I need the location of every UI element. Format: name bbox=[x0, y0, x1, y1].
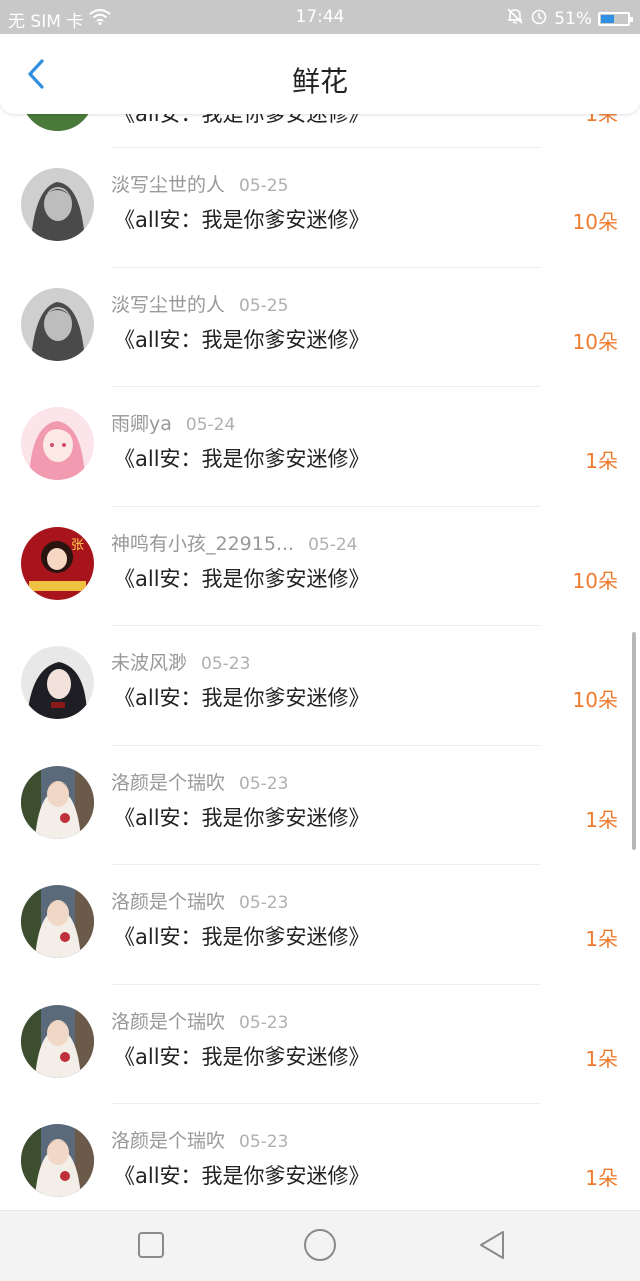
list-item[interactable]: 淡写尘世的人 05-25 《all安：我是你爹安迷修》 10朵 bbox=[0, 268, 640, 387]
flower-count: 10朵 bbox=[572, 329, 618, 354]
gift-date: 05-23 bbox=[239, 893, 289, 913]
flower-count: 1朵 bbox=[585, 449, 618, 473]
user-name-text: 淡写尘世的人 bbox=[111, 174, 226, 196]
user-name-text: 雨卿ya bbox=[111, 413, 172, 435]
gift-date: 05-23 bbox=[201, 654, 251, 674]
gift-date: 05-23 bbox=[239, 1132, 289, 1152]
battery-fill bbox=[601, 14, 614, 23]
gift-date: 05-23 bbox=[239, 773, 289, 794]
alarm-icon bbox=[530, 7, 548, 30]
avatar[interactable] bbox=[21, 1004, 94, 1078]
flower-count: 1朵 bbox=[585, 1166, 618, 1190]
user-name-text: 洛颜是个瑞吹 bbox=[111, 891, 226, 913]
flower-count: 1朵 bbox=[585, 807, 618, 832]
list-item[interactable]: 洛颜是个瑞吹 05-23 《all安：我是你爹安迷修》 1朵 bbox=[0, 1104, 640, 1210]
book-title: 《all安：我是你爹安迷修》 bbox=[114, 447, 370, 471]
flower-count: 1朵 bbox=[585, 927, 618, 951]
user-name[interactable]: 淡写尘世的人 05-25 bbox=[111, 290, 288, 317]
avatar[interactable] bbox=[21, 646, 94, 719]
user-name-text: 洛颜是个瑞吹 bbox=[111, 771, 226, 794]
status-bar-right: 51% bbox=[506, 7, 633, 30]
list-item[interactable]: 淡写尘世的人 05-25 《all安：我是你爹安迷修》 10朵 bbox=[0, 148, 640, 268]
svg-text:张: 张 bbox=[71, 538, 84, 553]
flower-count: 10朵 bbox=[572, 688, 618, 712]
recent-apps-icon bbox=[138, 1232, 164, 1258]
mute-bell-icon bbox=[506, 7, 524, 30]
battery-icon bbox=[598, 11, 633, 26]
avatar[interactable] bbox=[21, 765, 94, 839]
flower-count: 10朵 bbox=[572, 210, 618, 234]
avatar[interactable] bbox=[21, 168, 94, 241]
status-bar: 无 SIM 卡 17:44 51% bbox=[0, 0, 640, 34]
avatar[interactable] bbox=[21, 407, 94, 480]
gift-date: 05-24 bbox=[185, 415, 236, 435]
user-name[interactable]: 雨卿ya 05-24 bbox=[111, 409, 235, 436]
list-item[interactable]: 雨卿ya 05-24 《all安：我是你爹安迷修》 1朵 bbox=[0, 387, 640, 507]
system-navbar bbox=[0, 1210, 640, 1281]
app-header: 鲜花 bbox=[0, 34, 640, 114]
book-title: 《all安：我是你爹安迷修》 bbox=[114, 925, 370, 949]
page-title: 鲜花 bbox=[291, 65, 348, 98]
book-title: 《all安：我是你爹安迷修》 bbox=[114, 805, 370, 830]
user-name[interactable]: 神鸣有小孩_22915... 05-24 bbox=[111, 529, 357, 556]
scrollbar[interactable] bbox=[632, 632, 636, 850]
gift-date: 05-25 bbox=[239, 176, 289, 196]
battery-percent: 51% bbox=[554, 8, 592, 29]
book-title: 《all安：我是你爹安迷修》 bbox=[114, 208, 370, 232]
user-name[interactable]: 洛颜是个瑞吹 05-23 bbox=[111, 1007, 288, 1034]
user-name[interactable]: 洛颜是个瑞吹 05-23 bbox=[111, 1126, 288, 1153]
flower-list[interactable]: 《all安：我是你爹安迷修》 1朵 淡写尘世的人 05-25 《all安：我是你爹安… bbox=[0, 34, 640, 1210]
user-name[interactable]: 洛颜是个瑞吹 05-23 bbox=[111, 887, 288, 914]
user-name-text: 洛颜是个瑞吹 bbox=[111, 1010, 226, 1033]
gift-date: 05-24 bbox=[308, 534, 358, 555]
user-name[interactable]: 淡写尘世的人 05-25 bbox=[111, 170, 288, 197]
list-item[interactable]: 未波风渺 05-23 《all安：我是你爹安迷修》 10朵 bbox=[0, 626, 640, 746]
book-title: 《all安：我是你爹安迷修》 bbox=[114, 566, 370, 591]
list-item[interactable]: 洛颜是个瑞吹 05-23 《all安：我是你爹安迷修》 1朵 bbox=[0, 746, 640, 865]
avatar[interactable] bbox=[21, 885, 94, 958]
book-title: 《all安：我是你爹安迷修》 bbox=[114, 327, 370, 352]
user-name[interactable]: 洛颜是个瑞吹 05-23 bbox=[111, 768, 288, 795]
home-button[interactable] bbox=[300, 1225, 340, 1265]
home-icon bbox=[304, 1229, 336, 1261]
user-name-text: 神鸣有小孩_22915... bbox=[111, 532, 295, 555]
list-item[interactable]: 洛颜是个瑞吹 05-23 《all安：我是你爹安迷修》 1朵 bbox=[0, 985, 640, 1104]
user-name[interactable]: 未波风渺 05-23 bbox=[111, 648, 250, 675]
back-triangle-icon bbox=[480, 1231, 504, 1259]
avatar[interactable]: 张 bbox=[21, 526, 94, 600]
book-title: 《all安：我是你爹安迷修》 bbox=[114, 1044, 370, 1069]
avatar[interactable] bbox=[21, 287, 94, 361]
nav-back-button[interactable] bbox=[472, 1225, 512, 1265]
list-item[interactable]: 洛颜是个瑞吹 05-23 《all安：我是你爹安迷修》 1朵 bbox=[0, 865, 640, 985]
book-title: 《all安：我是你爹安迷修》 bbox=[114, 686, 370, 710]
flower-list-inner: 《all安：我是你爹安迷修》 1朵 淡写尘世的人 05-25 《all安：我是你爹安… bbox=[0, 34, 640, 1210]
book-title: 《all安：我是你爹安迷修》 bbox=[114, 1164, 370, 1188]
user-name-text: 洛颜是个瑞吹 bbox=[111, 1130, 226, 1152]
avatar[interactable] bbox=[21, 1124, 94, 1197]
list-item[interactable]: 张 神鸣有小孩_22915... 05-24 《all安：我是你爹安迷修》 10朵 bbox=[0, 507, 640, 626]
gift-date: 05-23 bbox=[239, 1012, 289, 1033]
flower-count: 1朵 bbox=[585, 1046, 618, 1071]
user-name-text: 未波风渺 bbox=[111, 652, 188, 674]
user-name-text: 淡写尘世的人 bbox=[111, 293, 226, 316]
gift-date: 05-25 bbox=[239, 295, 289, 316]
recent-apps-button[interactable] bbox=[131, 1225, 171, 1265]
flower-count: 10朵 bbox=[572, 568, 618, 593]
